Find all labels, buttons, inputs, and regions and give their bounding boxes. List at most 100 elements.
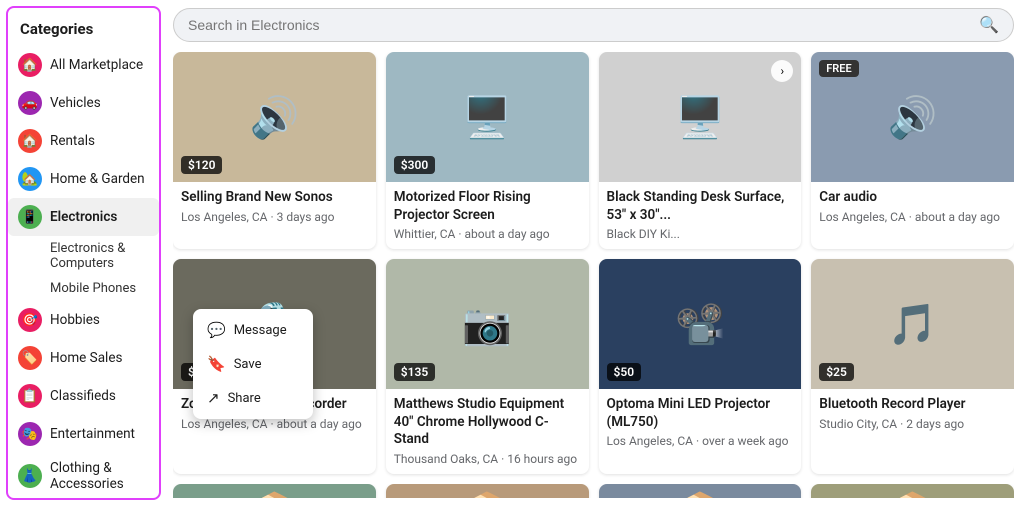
product-grid: 🔊 $120 Selling Brand New Sonos Los Angel… [173,52,1014,498]
home-garden-icon: 🏡 [18,167,42,191]
context-menu-share[interactable]: ↗ Share [193,381,313,415]
sidebar-item-label: Mobile Phones [50,281,136,296]
sidebar-item-label: Vehicles [50,95,101,111]
context-menu-save[interactable]: 🔖 Save [193,347,313,381]
card-title: Car audio [819,189,1006,207]
search-bar: 🔍 [173,8,1014,42]
product-card-standing-desk[interactable]: 🖥️ › Black Standing Desk Surface, 53" x … [599,52,802,249]
context-menu-message[interactable]: 💬 Message [193,313,313,347]
product-card-sonos[interactable]: 🔊 $120 Selling Brand New Sonos Los Angel… [173,52,376,249]
main-content: 🔍 🔊 $120 Selling Brand New Sonos Los Ang… [167,0,1024,506]
card-title: Black Standing Desk Surface, 53" x 30"..… [607,189,794,224]
electronics-icon: 📱 [18,205,42,229]
product-card-car-audio[interactable]: 🔊 FREE Car audio Los Angeles, CA · about… [811,52,1014,249]
product-card-zoom[interactable]: 🎙️ $140 💬 Message 🔖 Save ↗ Share [173,259,376,474]
sidebar-item-home-garden[interactable]: 🏡 Home & Garden [8,160,159,198]
product-card-record-player[interactable]: 🎵 $25 Bluetooth Record Player Studio Cit… [811,259,1014,474]
product-card-r3-3[interactable]: 📦 [599,484,802,498]
search-button[interactable]: 🔍 [979,15,999,35]
product-card-r3-2[interactable]: 📦 [386,484,589,498]
card-image-record-player: 🎵 $25 [811,259,1014,389]
card-location: Los Angeles, CA · 3 days ago [181,210,368,224]
price-badge: $120 [181,156,222,174]
card-image-r3-2: 📦 [386,484,589,498]
product-card-projector-screen[interactable]: 🖥️ $300 Motorized Floor Rising Projector… [386,52,589,249]
card-location: Black DIY Ki... [607,227,794,241]
card-image-r3-4: 📦 [811,484,1014,498]
sidebar-item-label: Hobbies [50,312,100,328]
sidebar-item-family[interactable]: ❤️ Family [8,499,159,500]
card-image-standing-desk: 🖥️ › [599,52,802,182]
card-body: Selling Brand New Sonos Los Angeles, CA … [173,182,376,232]
card-title: Matthews Studio Equipment 40" Chrome Hol… [394,396,581,449]
search-input[interactable] [188,17,979,33]
entertainment-icon: 🎭 [18,422,42,446]
nav-arrow[interactable]: › [771,60,793,82]
price-badge: $135 [394,363,435,381]
sidebar-item-electronics[interactable]: 📱 Electronics [8,198,159,236]
card-title: Bluetooth Record Player [819,396,1006,414]
card-body: Matthews Studio Equipment 40" Chrome Hol… [386,389,589,474]
price-badge: $50 [607,363,642,381]
card-location: Studio City, CA · 2 days ago [819,417,1006,431]
save-icon: 🔖 [207,355,226,373]
sidebar-item-clothing-accessories[interactable]: 👗 Clothing & Accessories [8,453,159,499]
context-menu-label: Save [234,357,262,372]
price-badge: $300 [394,156,435,174]
card-body: Optoma Mini LED Projector (ML750) Los An… [599,389,802,456]
card-location: Thousand Oaks, CA · 16 hours ago [394,452,581,466]
message-icon: 💬 [207,321,226,339]
product-card-c-stand[interactable]: 📷 $135 Matthews Studio Equipment 40" Chr… [386,259,589,474]
card-location: Whittier, CA · about a day ago [394,227,581,241]
card-image-r3-1: 📦 [173,484,376,498]
price-badge: $25 [819,363,854,381]
card-location: Los Angeles, CA · over a week ago [607,434,794,448]
card-title: Optoma Mini LED Projector (ML750) [607,396,794,431]
product-card-projector[interactable]: 📽️ $50 Optoma Mini LED Projector (ML750)… [599,259,802,474]
sidebar-item-rentals[interactable]: 🏠 Rentals [8,122,159,160]
card-body: Black Standing Desk Surface, 53" x 30"..… [599,182,802,249]
sidebar-item-mobile-phones[interactable]: Mobile Phones [8,276,159,301]
product-row-3: 📦 📦 📦 📦 [173,484,1014,498]
context-menu-label: Message [234,323,287,338]
context-menu-label: Share [228,391,261,406]
card-location: Los Angeles, CA · about a day ago [819,210,1006,224]
card-image-projector: 📽️ $50 [599,259,802,389]
card-title: Motorized Floor Rising Projector Screen [394,189,581,224]
sidebar-item-label: Home & Garden [50,171,145,187]
card-body: Bluetooth Record Player Studio City, CA … [811,389,1014,439]
sidebar-item-label: Rentals [50,133,95,149]
sidebar-item-classifieds[interactable]: 📋 Classifieds [8,377,159,415]
product-row-2: 🎙️ $140 💬 Message 🔖 Save ↗ Share [173,259,1014,474]
card-image-c-stand: 📷 $135 [386,259,589,389]
product-row-1: 🔊 $120 Selling Brand New Sonos Los Angel… [173,52,1014,249]
card-image-r3-3: 📦 [599,484,802,498]
sidebar-item-label: Electronics [50,209,117,225]
sidebar-item-label: Classifieds [50,388,116,404]
card-image-sonos: 🔊 $120 [173,52,376,182]
product-card-r3-1[interactable]: 📦 [173,484,376,498]
sidebar-item-electronics-computers[interactable]: Electronics & Computers [8,236,159,276]
sidebar-item-all-marketplace[interactable]: 🏠 All Marketplace [8,46,159,84]
product-card-r3-4[interactable]: 📦 [811,484,1014,498]
card-body: Car audio Los Angeles, CA · about a day … [811,182,1014,232]
share-icon: ↗ [207,389,220,407]
sidebar-item-label: Clothing & Accessories [50,460,149,492]
sidebar-item-entertainment[interactable]: 🎭 Entertainment [8,415,159,453]
card-body: Motorized Floor Rising Projector Screen … [386,182,589,249]
sidebar-item-label: Electronics & Computers [50,241,125,271]
card-title: Selling Brand New Sonos [181,189,368,207]
sidebar-item-vehicles[interactable]: 🚗 Vehicles [8,84,159,122]
vehicles-icon: 🚗 [18,91,42,115]
card-image-car-audio: 🔊 FREE [811,52,1014,182]
free-badge: FREE [819,60,858,77]
sidebar-item-home-sales[interactable]: 🏷️ Home Sales [8,339,159,377]
rentals-icon: 🏠 [18,129,42,153]
classifieds-icon: 📋 [18,384,42,408]
sidebar-item-label: Home Sales [50,350,122,366]
context-menu: 💬 Message 🔖 Save ↗ Share [193,309,313,419]
sidebar-item-hobbies[interactable]: 🎯 Hobbies [8,301,159,339]
card-image-projector-screen: 🖥️ $300 [386,52,589,182]
home-sales-icon: 🏷️ [18,346,42,370]
sidebar-item-label: All Marketplace [50,57,143,73]
